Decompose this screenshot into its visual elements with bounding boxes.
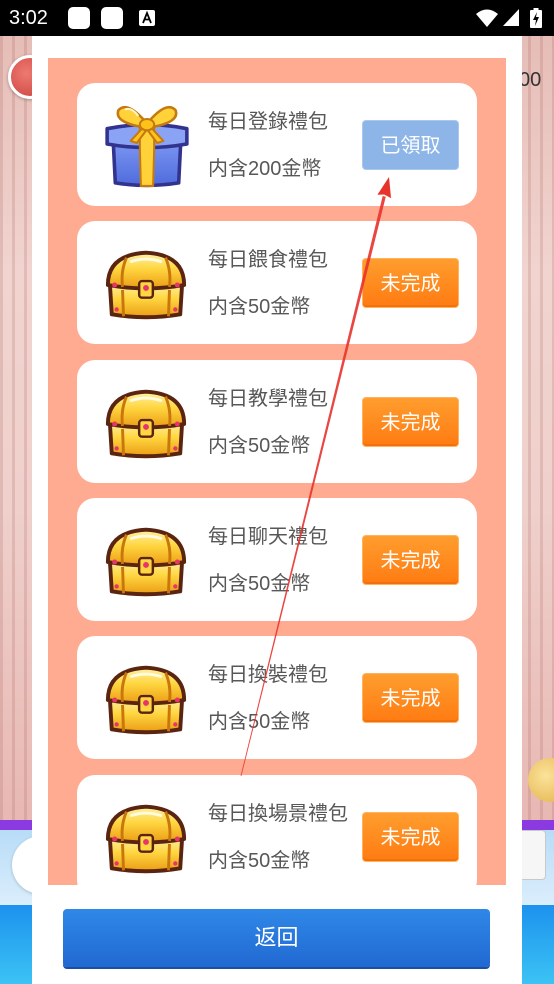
task-card-daily-feeding: 每日餵食禮包 内含50金幣 未完成 (77, 221, 477, 344)
task-reward: 内含50金幣 (208, 296, 311, 318)
task-title: 每日餵食禮包 (208, 249, 328, 271)
gift-box-icon (101, 97, 193, 189)
treasure-chest-icon (102, 801, 190, 877)
treasure-chest-icon (102, 662, 190, 738)
task-card-daily-dress-up: 每日換裝禮包 内含50金幣 未完成 (77, 636, 477, 759)
claimed-button[interactable]: 已領取 (362, 120, 459, 170)
task-reward: 内含50金幣 (208, 435, 311, 457)
notification-app-icon (101, 7, 123, 29)
battery-charging-icon (530, 8, 542, 28)
task-title: 每日登錄禮包 (208, 111, 328, 133)
task-card-daily-scene-change: 每日換場景禮包 内含50金幣 未完成 (77, 775, 477, 885)
incomplete-button[interactable]: 未完成 (362, 258, 459, 308)
task-card-daily-chat: 每日聊天禮包 内含50金幣 未完成 (77, 498, 477, 621)
back-button[interactable]: 返回 (63, 909, 490, 967)
task-card-daily-tutorial: 每日教學禮包 内含50金幣 未完成 (77, 360, 477, 483)
treasure-chest-icon (102, 386, 190, 462)
task-title: 每日教學禮包 (208, 388, 328, 410)
task-reward: 内含50金幣 (208, 573, 311, 595)
notification-app-icon (68, 7, 90, 29)
incomplete-button[interactable]: 未完成 (362, 397, 459, 447)
text-a-icon (139, 10, 155, 26)
task-title: 每日換場景禮包 (208, 803, 348, 825)
task-title: 每日換裝禮包 (208, 664, 328, 686)
incomplete-button[interactable]: 未完成 (362, 812, 459, 862)
wifi-icon (476, 9, 498, 27)
incomplete-button[interactable]: 未完成 (362, 535, 459, 585)
cell-signal-icon (503, 9, 519, 26)
task-reward: 内含50金幣 (208, 850, 311, 872)
treasure-chest-icon (102, 247, 190, 323)
incomplete-button[interactable]: 未完成 (362, 673, 459, 723)
task-title: 每日聊天禮包 (208, 526, 328, 548)
daily-gift-dialog: 每日登錄禮包 内含200金幣 已領取 每日餵食禮包 内含50金幣 未完成 每日教… (32, 36, 522, 984)
gift-task-list[interactable]: 每日登錄禮包 内含200金幣 已領取 每日餵食禮包 内含50金幣 未完成 每日教… (48, 58, 506, 885)
task-card-daily-login: 每日登錄禮包 内含200金幣 已領取 (77, 83, 477, 206)
coin-counter: 00 (519, 69, 542, 91)
task-reward: 内含50金幣 (208, 711, 311, 733)
treasure-chest-icon (102, 524, 190, 600)
status-time: 3:02 (9, 7, 48, 29)
task-reward: 内含200金幣 (208, 158, 322, 180)
status-bar: 3:02 (0, 0, 554, 36)
